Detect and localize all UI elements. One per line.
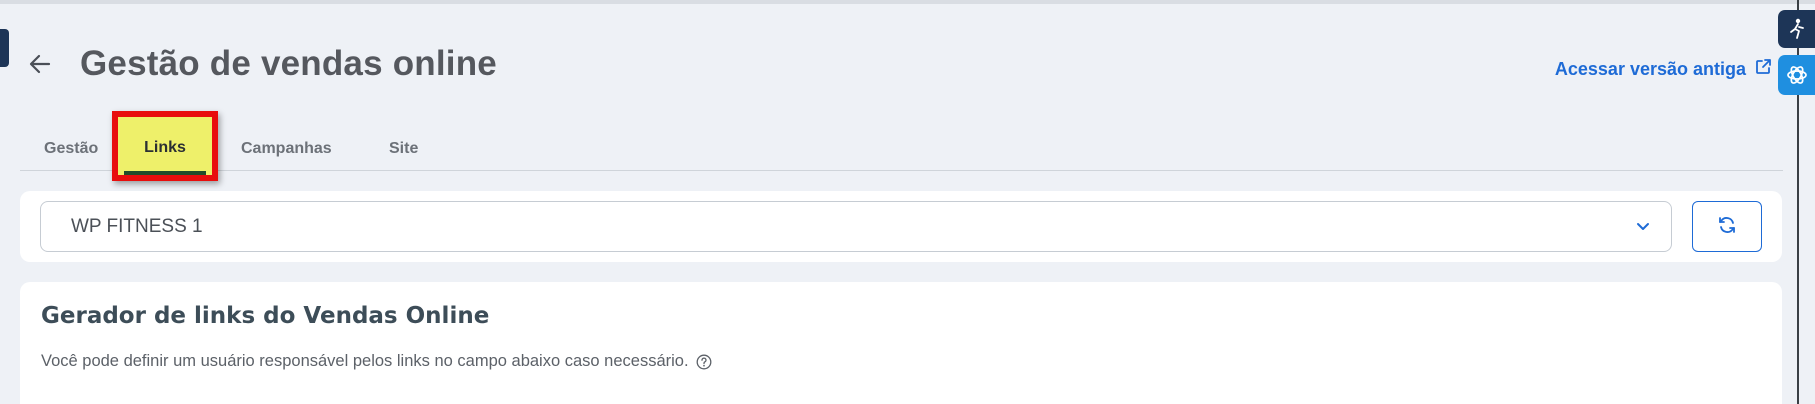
- link-generator-card: Gerador de links do Vendas Online Você p…: [20, 282, 1782, 404]
- question-circle-icon[interactable]: [696, 354, 712, 370]
- selector-card: WP FITNESS 1: [20, 191, 1782, 262]
- tab-bar: Gestão Links Campanhas Site: [20, 111, 1783, 181]
- active-tab-indicator: [124, 171, 206, 175]
- tab-links[interactable]: Links: [118, 139, 212, 157]
- chevron-down-icon[interactable]: [1635, 218, 1651, 240]
- tab-site[interactable]: Site: [389, 140, 418, 158]
- accessibility-icon[interactable]: [1778, 10, 1815, 48]
- tab-links-highlight: Links: [112, 111, 218, 181]
- old-version-link[interactable]: Acessar versão antiga: [1555, 58, 1772, 80]
- page-header: Gestão de vendas online: [25, 44, 497, 84]
- tab-gestao[interactable]: Gestão: [44, 140, 98, 158]
- side-widgets: [1778, 10, 1815, 95]
- side-menu-toggle[interactable]: [0, 29, 9, 67]
- openai-icon[interactable]: [1778, 55, 1815, 95]
- card-description: Você pode definir um usuário responsável…: [41, 352, 712, 371]
- arrow-left-icon[interactable]: [25, 49, 55, 79]
- company-select[interactable]: WP FITNESS 1: [40, 201, 1672, 252]
- refresh-button[interactable]: [1692, 201, 1762, 252]
- card-title: Gerador de links do Vendas Online: [41, 303, 490, 329]
- refresh-icon: [1717, 215, 1737, 239]
- external-link-icon: [1755, 58, 1772, 80]
- old-version-label[interactable]: Acessar versão antiga: [1555, 59, 1746, 80]
- top-border: [0, 0, 1815, 4]
- tab-campanhas[interactable]: Campanhas: [241, 140, 332, 158]
- company-select-value: WP FITNESS 1: [71, 215, 203, 237]
- card-description-text: Você pode definir um usuário responsável…: [41, 352, 689, 370]
- page-title: Gestão de vendas online: [80, 44, 497, 83]
